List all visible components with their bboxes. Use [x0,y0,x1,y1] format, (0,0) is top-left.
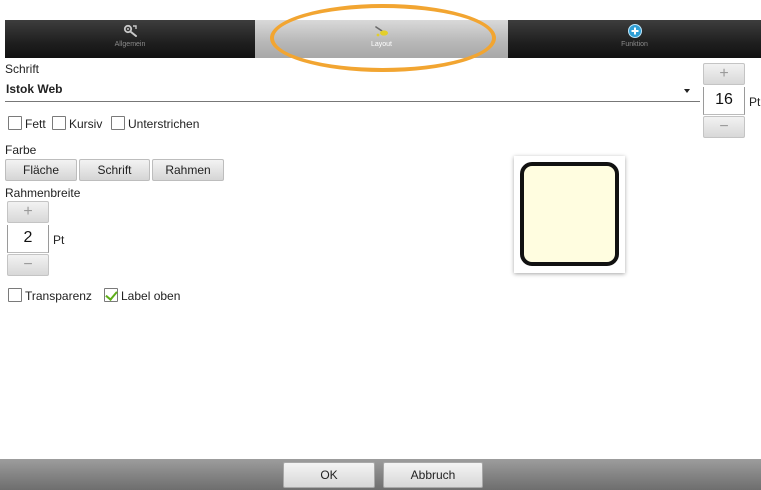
border-width-increase-button[interactable]: + [7,201,49,223]
bold-checkbox[interactable] [8,116,22,130]
tab-funktion-label: Funktion [621,41,648,48]
border-width-section-label: Rahmenbreite [5,186,81,200]
preview-shape [520,162,619,266]
font-family-value: Istok Web [6,82,63,96]
bold-label: Fett [25,117,46,131]
tab-layout-label: Layout [370,41,393,48]
button-preview [514,156,625,273]
plus-circle-icon [625,23,645,39]
tab-funktion[interactable]: Funktion [508,20,761,58]
fill-color-button[interactable]: Fläche [5,159,77,181]
font-family-dropdown[interactable]: Istok Web [5,78,700,102]
font-color-button[interactable]: Schrift [79,159,150,181]
font-size-unit: Pt [749,95,761,109]
tab-bar: Allgemein Layout Funktion [0,0,761,58]
border-color-button[interactable]: Rahmen [152,159,224,181]
border-width-unit: Pt [53,233,65,247]
label-top-label: Label oben [121,289,181,303]
settings-tools-icon [120,23,140,39]
paint-icon [372,23,392,39]
underline-checkbox[interactable] [111,116,125,130]
font-size-increase-button[interactable]: + [703,63,745,85]
color-section-label: Farbe [5,143,37,157]
tab-layout[interactable]: Layout [255,20,508,58]
font-size-decrease-button[interactable]: − [703,116,745,138]
tab-allgemein[interactable]: Allgemein [5,20,255,58]
transparency-label: Transparenz [25,289,92,303]
border-width-decrease-button[interactable]: − [7,254,49,276]
font-section-label: Schrift [5,62,40,76]
italic-checkbox[interactable] [52,116,66,130]
border-width-value[interactable]: 2 [7,225,49,253]
transparency-checkbox[interactable] [8,288,22,302]
dropdown-arrow-icon [684,89,690,93]
ok-button[interactable]: OK [283,462,375,488]
italic-label: Kursiv [69,117,103,131]
font-size-value[interactable]: 16 [703,87,745,115]
underline-label: Unterstrichen [128,117,200,131]
cancel-button[interactable]: Abbruch [383,462,483,488]
label-top-checkbox[interactable] [104,288,118,302]
tab-allgemein-label: Allgemein [114,41,146,48]
dialog-footer: OK Abbruch [0,459,761,490]
